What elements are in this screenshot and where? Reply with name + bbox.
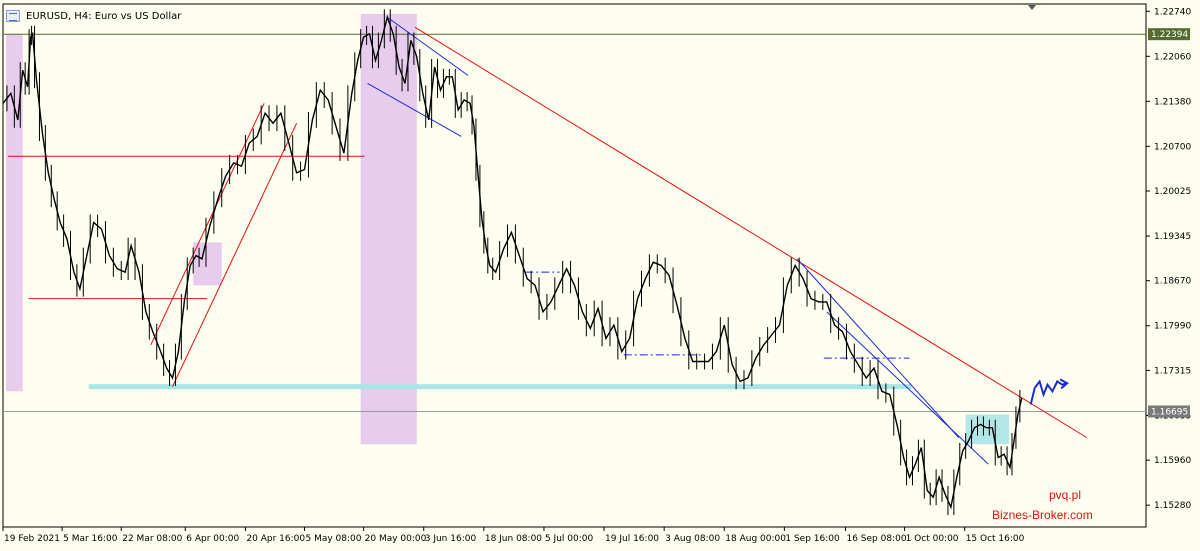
x-tick-label: 3 Jun 16:00 <box>425 534 477 544</box>
watermark-biznes-broker: Biznes-Broker.com <box>992 508 1093 522</box>
y-tick-label: 1.21380 <box>1154 97 1191 107</box>
x-tick-label: 5 Jul 00:00 <box>545 534 594 544</box>
y-tick-label: 1.17990 <box>1154 322 1191 332</box>
x-tick-label: 20 Apr 16:00 <box>246 534 305 544</box>
watermark-pvq: pvq.pl <box>1049 488 1082 502</box>
chart-window-icon <box>6 10 20 22</box>
x-tick-label: 16 Sep 08:00 <box>846 534 906 544</box>
x-tick-label: 6 Apr 00:00 <box>186 534 239 544</box>
x-tick-label: 19 Feb 2021 <box>4 534 60 544</box>
x-tick-label: 3 Aug 08:00 <box>665 534 720 544</box>
marked-price-tag: 1.22394 <box>1151 30 1188 40</box>
x-tick-label: 1 Oct 00:00 <box>906 534 959 544</box>
x-tick-label: 20 May 00:00 <box>365 534 427 544</box>
x-tick-label: 22 Mar 08:00 <box>122 534 182 544</box>
price-chart[interactable]: 1.22740 1.22060 1.21380 1.20700 1.20025 1.193… <box>0 0 1200 551</box>
x-tick-label: 1 Sep 16:00 <box>785 534 840 544</box>
shaded-zone-2 <box>193 242 222 286</box>
current-price-tag: 1.16695 <box>1151 407 1188 417</box>
plot-area <box>2 3 1147 528</box>
y-tick-label: 1.20700 <box>1154 142 1191 152</box>
y-tick-label: 1.20025 <box>1154 187 1191 197</box>
y-tick-label: 1.19345 <box>1154 232 1191 242</box>
y-tick-label: 1.15280 <box>1154 501 1191 511</box>
x-tick-label: 18 Jun 08:00 <box>485 534 542 544</box>
chart-title: EURUSD, H4: Euro vs US Dollar <box>26 10 182 22</box>
y-tick-label: 1.18670 <box>1154 277 1191 287</box>
y-tick-label: 1.15960 <box>1154 456 1191 466</box>
x-tick-label: 15 Oct 16:00 <box>966 534 1025 544</box>
y-tick-label: 1.22740 <box>1154 7 1191 17</box>
y-tick-label: 1.22060 <box>1154 52 1191 62</box>
consolidation-box <box>965 414 1010 445</box>
x-tick-label: 18 Aug 00:00 <box>725 534 786 544</box>
x-tick-label: 5 May 08:00 <box>306 534 362 544</box>
chart-title-bar: EURUSD, H4: Euro vs US Dollar <box>6 8 181 24</box>
x-tick-label: 5 Mar 16:00 <box>63 534 118 544</box>
y-tick-label: 1.17315 <box>1154 366 1191 376</box>
x-tick-label: 19 Jul 16:00 <box>605 534 659 544</box>
